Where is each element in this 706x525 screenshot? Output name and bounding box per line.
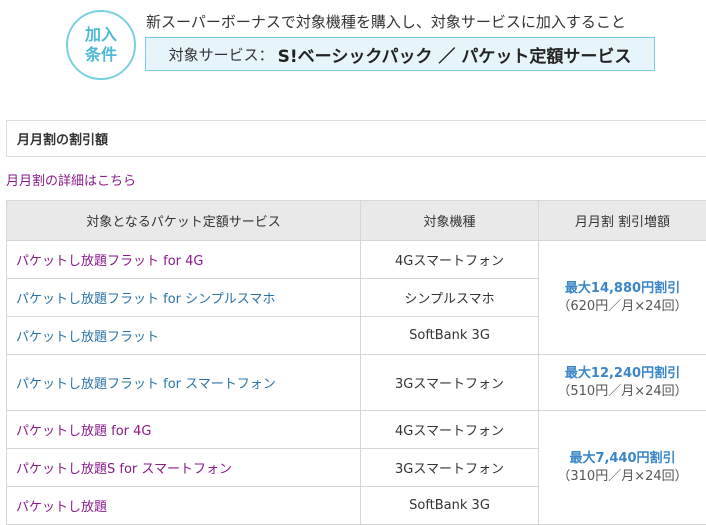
table-header-row: 対象となるパケット定額サービス 対象機種 月月割 割引増額 [7, 201, 706, 241]
service-link[interactable]: パケットし放題フラット [16, 330, 159, 345]
device-cell: 3Gスマートフォン [361, 449, 539, 487]
service-link[interactable]: パケットし放題 for 4G [16, 424, 152, 439]
header-device: 対象機種 [361, 201, 539, 241]
discount-breakdown: （310円／月×24回） [540, 468, 705, 486]
device-cell: シンプルスマホ [361, 279, 539, 317]
monthly-discount-detail-link[interactable]: 月月割の詳細はこちら [6, 170, 136, 189]
discount-amount: 最大7,440円割引 [540, 450, 705, 468]
discount-cell: 最大12,240円割引 （510円／月×24回） [539, 355, 706, 411]
service-link[interactable]: パケットし放題フラット for スマートフォン [16, 377, 276, 392]
discount-amount: 最大14,880円割引 [540, 280, 705, 298]
discount-table: 対象となるパケット定額サービス 対象機種 月月割 割引増額 パケットし放題フラッ… [6, 200, 706, 525]
device-cell: 4Gスマートフォン [361, 241, 539, 279]
header-service: 対象となるパケット定額サービス [7, 201, 361, 241]
service-link[interactable]: パケットし放題 [16, 500, 107, 515]
service-link[interactable]: パケットし放題S for スマートフォン [16, 462, 232, 477]
section-title: 月月割の割引額 [6, 120, 706, 157]
table-row: パケットし放題 for 4G 4Gスマートフォン 最大7,440円割引 （310… [7, 411, 706, 449]
service-label: 対象サービス： [169, 44, 274, 65]
service-link[interactable]: パケットし放題フラット for シンプルスマホ [16, 292, 275, 307]
service-value: S!ベーシックパック ／ パケット定額サービス [278, 42, 632, 67]
discount-amount: 最大12,240円割引 [540, 365, 705, 383]
discount-breakdown: （620円／月×24回） [540, 298, 705, 316]
header-discount: 月月割 割引増額 [539, 201, 706, 241]
discount-breakdown: （510円／月×24回） [540, 383, 705, 401]
badge-line2: 条件 [85, 45, 117, 65]
badge-line1: 加入 [85, 25, 117, 45]
discount-cell: 最大14,880円割引 （620円／月×24回） [539, 241, 706, 355]
device-cell: SoftBank 3G [361, 317, 539, 355]
device-cell: 3Gスマートフォン [361, 355, 539, 411]
table-row: パケットし放題フラット for スマートフォン 3Gスマートフォン 最大12,2… [7, 355, 706, 411]
device-cell: 4Gスマートフォン [361, 411, 539, 449]
discount-cell: 最大7,440円割引 （310円／月×24回） [539, 411, 706, 525]
join-condition-badge: 加入 条件 [66, 10, 136, 80]
target-service-box: 対象サービス： S!ベーシックパック ／ パケット定額サービス [145, 37, 655, 71]
table-row: パケットし放題フラット for 4G 4Gスマートフォン 最大14,880円割引… [7, 241, 706, 279]
condition-text: 新スーパーボーナスで対象機種を購入し、対象サービスに加入すること [146, 11, 626, 32]
service-link[interactable]: パケットし放題フラット for 4G [16, 254, 204, 269]
